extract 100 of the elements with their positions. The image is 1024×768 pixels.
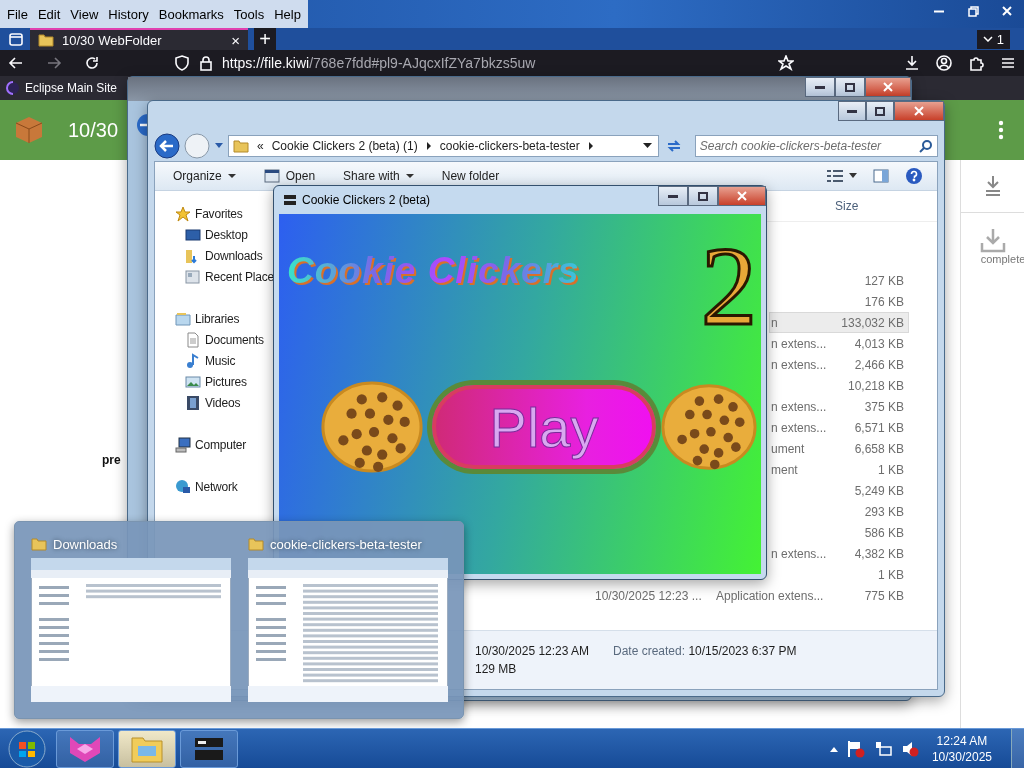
shield-icon[interactable]: [174, 55, 190, 71]
puzzle-piece-icon[interactable]: [968, 55, 984, 71]
picture-icon: [185, 373, 201, 390]
folder-icon: [31, 536, 47, 552]
nav-item[interactable]: Pictures: [155, 371, 276, 392]
file-row[interactable]: ument 6,658 KB: [769, 438, 909, 459]
clock[interactable]: 12:24 AM 10/30/2025: [931, 733, 992, 765]
file-row[interactable]: ment 1 KB: [769, 459, 909, 480]
view-options-icon[interactable]: [827, 169, 857, 183]
new-tab-button[interactable]: +: [254, 28, 276, 50]
libraries-icon: [175, 310, 191, 327]
column-header[interactable]: Size: [835, 199, 859, 213]
nav-item[interactable]: Music: [155, 350, 276, 371]
nav-item[interactable]: Downloads: [155, 245, 276, 266]
nav-item[interactable]: Favorites: [155, 203, 276, 224]
close-button[interactable]: [894, 101, 944, 121]
close-icon: [883, 82, 893, 92]
close-tab-button[interactable]: ×: [231, 31, 240, 49]
file-row[interactable]: n 133,032 KB: [769, 312, 909, 333]
film-icon: [185, 394, 201, 411]
date-created-text: Date created: 10/15/2023 6:37 PM: [613, 644, 798, 658]
chevron-down-icon: [982, 36, 993, 42]
start-button[interactable]: [8, 730, 46, 768]
nav-item[interactable]: Network: [155, 476, 276, 497]
maximize-button[interactable]: [866, 101, 894, 121]
menu-item[interactable]: History: [103, 6, 154, 22]
taskbar-app-button[interactable]: [180, 730, 238, 768]
minimize-icon: [847, 109, 857, 113]
star-icon[interactable]: [778, 55, 794, 71]
caret-icon: [227, 173, 236, 179]
close-button[interactable]: [718, 186, 766, 206]
back-arrow-icon[interactable]: [8, 55, 24, 71]
lock-icon[interactable]: [198, 55, 214, 71]
taskbar-app-button[interactable]: [56, 730, 114, 768]
file-row[interactable]: 293 KB: [769, 501, 909, 522]
more-options-icon[interactable]: [998, 120, 1004, 140]
file-row[interactable]: n extens... 6,571 KB: [769, 417, 909, 438]
maximize-button[interactable]: [688, 186, 718, 206]
nav-item[interactable]: Computer: [155, 434, 276, 455]
nav-item[interactable]: Videos: [155, 392, 276, 413]
tab-list-button[interactable]: 1: [976, 29, 1010, 49]
open-button[interactable]: Open: [263, 168, 316, 184]
maximize-button[interactable]: [835, 77, 865, 97]
folder-icon: [130, 734, 164, 764]
reload-icon[interactable]: [84, 55, 100, 71]
nav-item[interactable]: Desktop: [155, 224, 276, 245]
file-row[interactable]: 176 KB: [769, 291, 909, 312]
minimize-button[interactable]: [805, 77, 835, 97]
nav-item[interactable]: Documents: [155, 329, 276, 350]
network-icon[interactable]: [873, 740, 892, 758]
account-icon[interactable]: [936, 55, 952, 71]
file-row[interactable]: 5,249 KB: [769, 480, 909, 501]
app-icon: [284, 195, 296, 205]
crescent-logo-icon: [6, 81, 20, 95]
menu-item[interactable]: File: [2, 6, 33, 22]
toolbar-menu-button[interactable]: Organize: [173, 169, 236, 183]
menu-item[interactable]: Tools: [228, 6, 270, 22]
menu-item[interactable]: Help: [269, 6, 306, 22]
download-tray-icon[interactable]: [984, 175, 1002, 197]
forward-arrow-icon[interactable]: [46, 55, 62, 71]
menu-icon[interactable]: [1000, 55, 1016, 71]
maximize-icon: [875, 106, 885, 116]
browser-tab[interactable]: 10/30 WebFolder ×: [30, 28, 248, 50]
menu-item[interactable]: Bookmarks: [153, 6, 229, 22]
file-row[interactable]: n extens... 2,466 KB: [769, 354, 909, 375]
close-button[interactable]: [865, 77, 911, 97]
bookmark-link[interactable]: Eclipse Main Site: [6, 81, 118, 95]
recent-places-icon: [185, 268, 201, 285]
date-modified-value: 10/30/2025 12:23 AM: [475, 644, 591, 658]
show-hidden-icons-icon[interactable]: [829, 746, 838, 752]
file-row[interactable]: 1 KB: [769, 564, 909, 585]
toolbar-menu-button[interactable]: Share with: [343, 169, 414, 183]
toolbar-button[interactable]: New folder: [441, 169, 500, 183]
flag-error-icon[interactable]: [846, 740, 865, 758]
game-window-icon: [194, 736, 224, 762]
search-field[interactable]: Search cookie-clickers-beta-tester: [694, 135, 938, 157]
minimize-icon: [668, 194, 678, 198]
file-row[interactable]: n extens... 4,382 KB: [769, 543, 909, 564]
help-icon[interactable]: [905, 167, 923, 185]
speaker-muted-icon[interactable]: [900, 740, 919, 758]
file-row[interactable]: 586 KB: [769, 522, 909, 543]
file-row[interactable]: n extens... 4,013 KB: [769, 333, 909, 354]
nav-item[interactable]: Recent Place: [155, 266, 276, 287]
tab-overview-icon[interactable]: [8, 31, 24, 47]
nav-item[interactable]: Libraries: [155, 308, 276, 329]
close-icon: [737, 191, 747, 201]
file-row[interactable]: 127 KB: [769, 270, 909, 291]
dropdown-arrow-icon[interactable]: [642, 143, 652, 149]
minimize-button[interactable]: [838, 101, 866, 121]
address-field[interactable]: « Cookie Clickers 2 (beta) (1) cookie-clickers-beta-tester: [228, 135, 659, 157]
window-icon: [263, 168, 280, 184]
menu-item[interactable]: View: [65, 6, 104, 22]
fox-logo-icon: [68, 735, 102, 763]
page-text: pre: [102, 453, 121, 467]
restore-icon: [967, 5, 979, 17]
menu-item[interactable]: Edit: [32, 6, 66, 22]
minimize-button[interactable]: [658, 186, 688, 206]
file-row[interactable]: 10,218 KB: [769, 375, 909, 396]
chevron-right-icon: [425, 142, 432, 150]
file-row[interactable]: n extens... 375 KB: [769, 396, 909, 417]
